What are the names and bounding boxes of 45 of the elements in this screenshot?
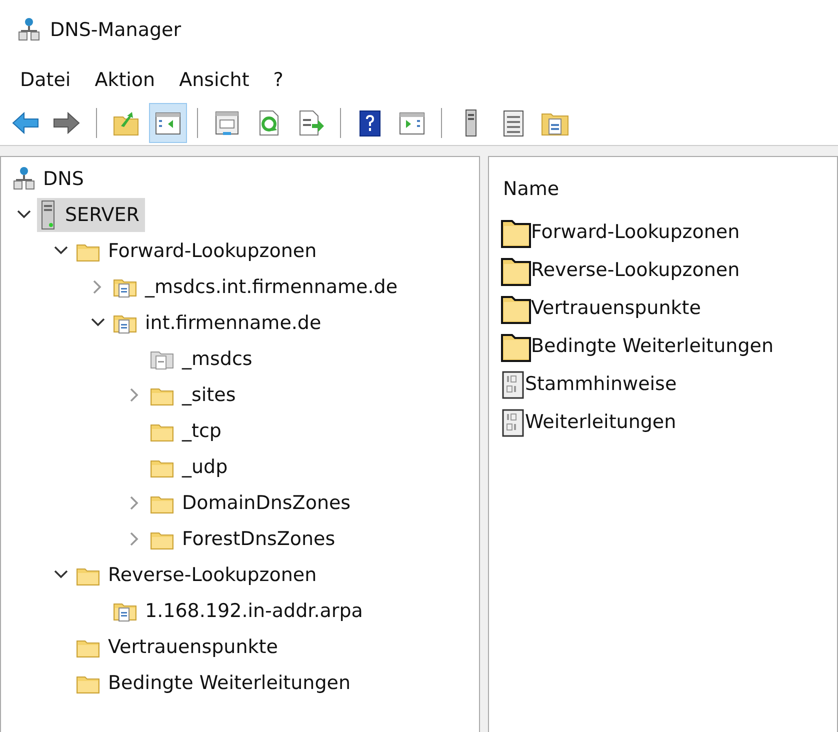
tree-node[interactable]: 1.168.192.in-addr.arpa <box>111 594 369 628</box>
list-item[interactable]: Reverse-Lookupzonen <box>501 252 740 290</box>
binary-file-icon <box>501 370 525 398</box>
list-item[interactable]: Weiterleitungen <box>501 404 676 442</box>
tree-node[interactable]: _udp <box>148 450 234 484</box>
collapsed-chevron-icon[interactable] <box>130 532 140 546</box>
menu-item[interactable]: ? <box>263 64 294 96</box>
list-item[interactable]: Stammhinweise <box>501 366 677 404</box>
tree-node[interactable]: Forward-Lookupzonen <box>74 234 323 268</box>
expanded-chevron-icon[interactable] <box>54 570 68 580</box>
list-item[interactable]: Vertrauenspunkte <box>501 290 701 328</box>
menu-item[interactable]: Ansicht <box>169 64 260 96</box>
tree-node[interactable]: ForestDnsZones <box>148 522 342 556</box>
folder-icon <box>501 294 531 324</box>
menu-item[interactable]: Aktion <box>84 64 166 96</box>
tree-node[interactable]: SERVER <box>37 198 146 232</box>
dns-network-icon <box>13 166 35 192</box>
folder-icon <box>501 256 531 286</box>
collapsed-chevron-icon[interactable] <box>93 280 103 294</box>
collapsed-chevron-icon[interactable] <box>130 496 140 510</box>
folder-icon <box>501 218 531 248</box>
expanded-chevron-icon[interactable] <box>17 210 31 220</box>
pane-window-button[interactable] <box>149 102 187 142</box>
tree-node[interactable]: _sites <box>148 378 242 412</box>
tree-node[interactable]: int.firmenname.de <box>111 306 328 340</box>
tree-node[interactable]: _tcp <box>148 414 228 448</box>
expanded-chevron-icon[interactable] <box>54 246 68 256</box>
binary-file-icon <box>501 408 525 436</box>
folder-icon <box>501 332 531 362</box>
menu-item[interactable]: Datei <box>10 64 81 96</box>
window-title: DNS-Manager <box>50 18 182 43</box>
expanded-chevron-icon[interactable] <box>91 318 105 328</box>
tree-node[interactable]: DNS <box>11 162 90 196</box>
server-icon <box>39 200 57 230</box>
list-item[interactable]: Forward-Lookupzonen <box>501 214 740 252</box>
tree-node[interactable]: Bedingte Weiterleitungen <box>74 666 357 700</box>
tree-node[interactable]: Reverse-Lookupzonen <box>74 558 323 592</box>
tree-node[interactable]: _msdcs.int.firmenname.de <box>111 270 404 304</box>
column-header[interactable]: Name <box>503 175 837 204</box>
tree-node[interactable]: _msdcs <box>148 342 258 376</box>
tree-node[interactable]: Vertrauenspunkte <box>74 630 284 664</box>
collapsed-chevron-icon[interactable] <box>130 388 140 402</box>
tree-node[interactable]: DomainDnsZones <box>148 486 357 520</box>
dns-network-icon <box>18 17 40 43</box>
list-item[interactable]: Bedingte Weiterleitungen <box>501 328 774 366</box>
